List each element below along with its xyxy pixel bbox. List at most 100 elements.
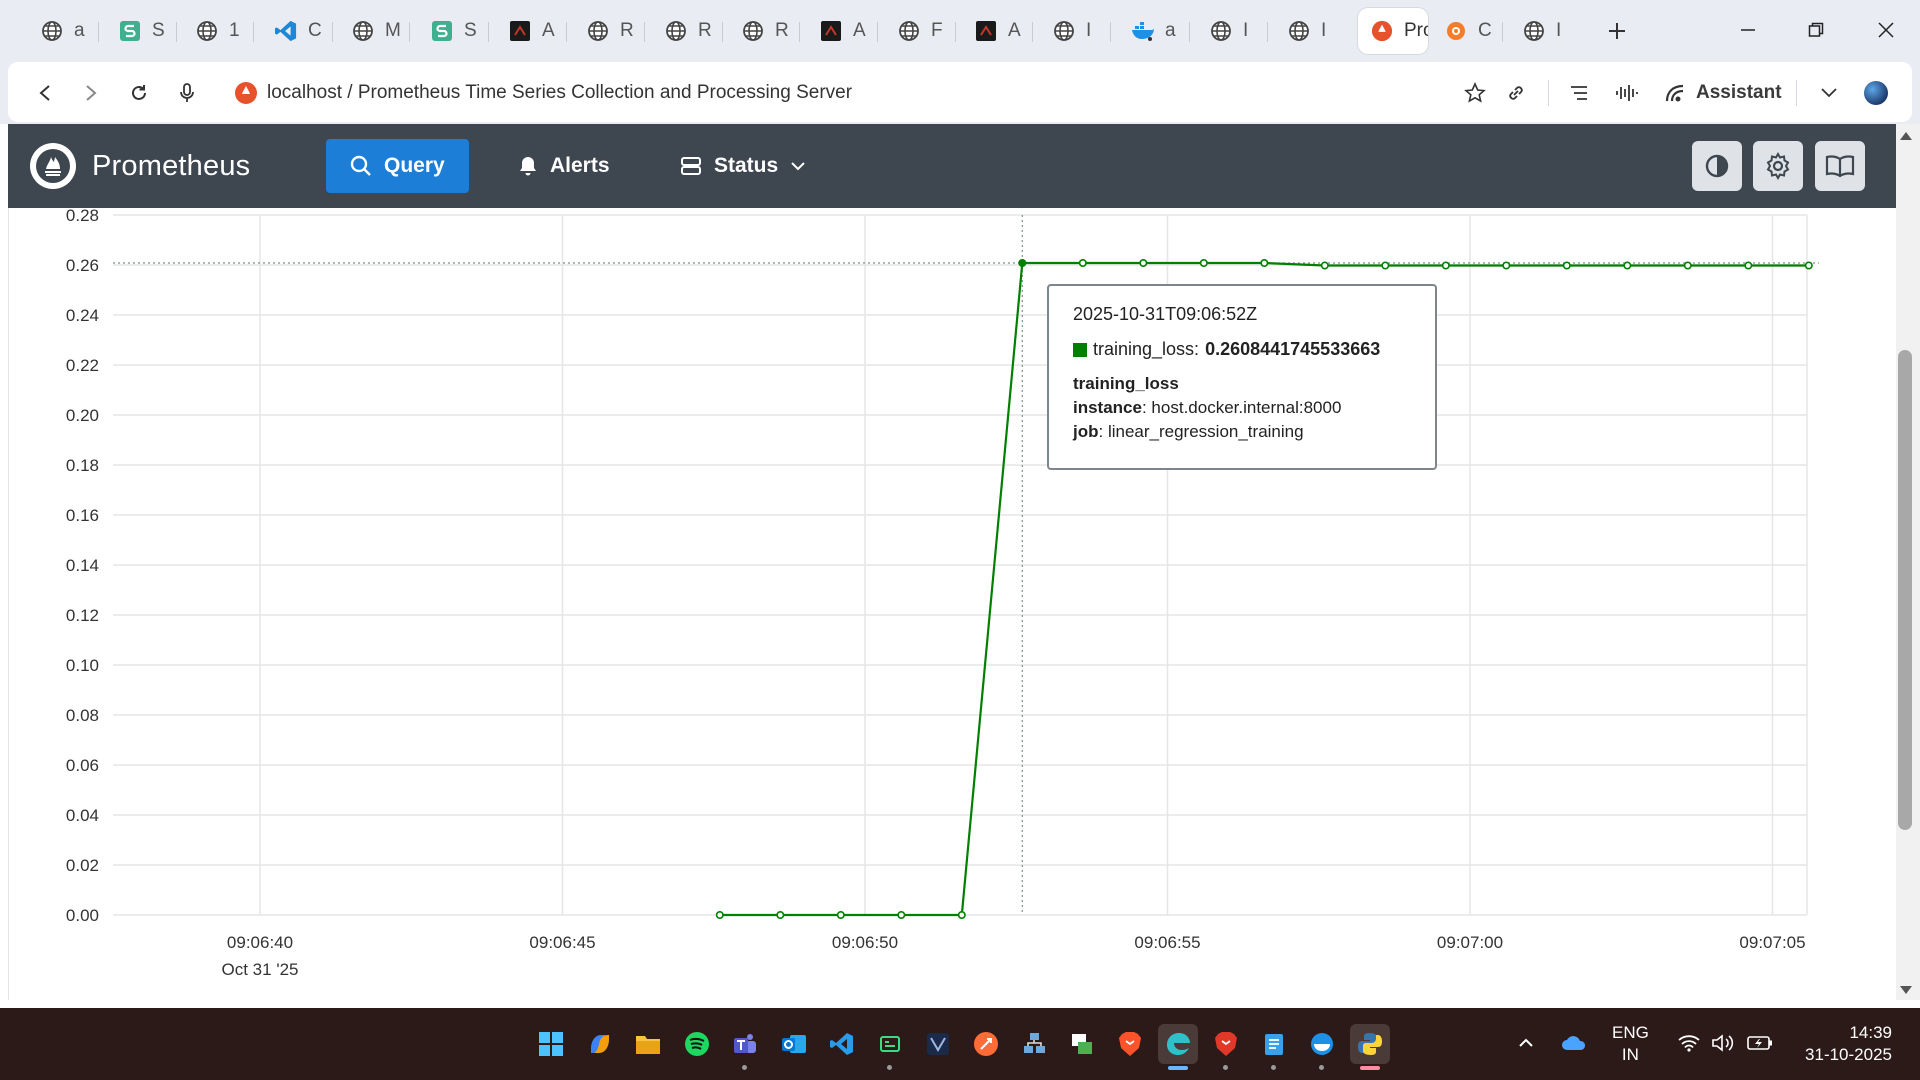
bookmark-button[interactable]: [1458, 76, 1492, 110]
audio-button[interactable]: [1610, 76, 1644, 110]
minimize-button[interactable]: [1726, 10, 1770, 50]
vscode-taskbar-button[interactable]: [822, 1024, 862, 1064]
triangle-up-icon: [1900, 132, 1912, 140]
browser-tab[interactable]: S: [100, 10, 177, 52]
volume-tray-button[interactable]: [1710, 1030, 1736, 1056]
query-nav-label: Query: [384, 154, 445, 177]
browser-tab[interactable]: I: [1269, 10, 1346, 52]
docker-taskbar-button[interactable]: [1302, 1024, 1342, 1070]
y-tick-label: 0.06: [66, 756, 99, 775]
chevron-down-icon: [791, 162, 805, 171]
settings-button[interactable]: [1753, 141, 1803, 191]
reading-list-button[interactable]: [1562, 76, 1596, 110]
network-tool-taskbar-button[interactable]: [1014, 1024, 1054, 1064]
scroll-up-arrow[interactable]: [1898, 128, 1914, 144]
browser-tab[interactable]: I: [1191, 10, 1268, 52]
browser-tab[interactable]: R: [723, 10, 800, 52]
browser-tab[interactable]: Prom: [1358, 8, 1428, 54]
start-button[interactable]: [531, 1024, 571, 1064]
onedrive-tray-button[interactable]: [1561, 1030, 1587, 1056]
browser-tab[interactable]: A: [801, 10, 878, 52]
voice-search-button[interactable]: [170, 76, 204, 110]
show-hidden-icons-button[interactable]: [1513, 1030, 1539, 1056]
postman-taskbar-button[interactable]: [966, 1024, 1006, 1064]
back-button[interactable]: [28, 76, 62, 110]
copilot-taskbar-button[interactable]: [580, 1024, 620, 1064]
connection-manager-taskbar-button[interactable]: [1062, 1024, 1102, 1064]
query-nav-button[interactable]: Query: [326, 139, 469, 193]
edge-taskbar-button[interactable]: [1158, 1024, 1198, 1070]
python-app-taskbar-button[interactable]: [1350, 1024, 1390, 1070]
share-link-button[interactable]: [1499, 76, 1533, 110]
documentation-button[interactable]: [1815, 141, 1865, 191]
outlook-taskbar-button[interactable]: [774, 1024, 814, 1064]
notepad-taskbar-button[interactable]: [1254, 1024, 1294, 1070]
graph-panel: 0.00 0.02 0.04 0.06 0.08 0.10 0.12 0.14 0.16 0.18…: [8, 208, 1896, 1000]
waveform-icon: [1616, 85, 1638, 101]
star-icon: [1464, 82, 1486, 103]
x-tick-label: 09:06:45: [529, 933, 595, 952]
address-bar-url[interactable]: localhost / Prometheus Time Series Colle…: [267, 82, 852, 104]
browser-tab[interactable]: I: [1034, 10, 1111, 52]
browser-tab[interactable]: A: [490, 10, 567, 52]
status-nav-dropdown[interactable]: Status: [656, 139, 830, 193]
y-tick-label: 0.26: [66, 256, 99, 275]
brave-taskbar-button[interactable]: [1110, 1024, 1150, 1064]
system-clock[interactable]: 14:39 31-10-2025: [1796, 1022, 1892, 1066]
tab-separator: [488, 22, 489, 42]
theme-toggle-button[interactable]: [1692, 141, 1742, 191]
close-window-button[interactable]: [1864, 10, 1908, 50]
new-tab-button[interactable]: [1600, 14, 1634, 48]
profile-avatar[interactable]: [1864, 81, 1888, 105]
tab-title: a: [74, 20, 85, 41]
browser-tab[interactable]: R: [568, 10, 645, 52]
scroll-down-arrow[interactable]: [1898, 982, 1914, 998]
browser-tab[interactable]: A: [956, 10, 1033, 52]
browser-tab[interactable]: M: [333, 10, 410, 52]
prometheus-logo-icon[interactable]: [30, 143, 76, 189]
edge-icon: [1167, 1033, 1190, 1055]
reload-button[interactable]: [122, 76, 156, 110]
brave-profile-taskbar-button[interactable]: [1206, 1024, 1246, 1070]
data-point: [1502, 261, 1511, 270]
menu-dropdown-button[interactable]: [1812, 76, 1846, 110]
browser-tab[interactable]: C: [1426, 10, 1503, 52]
job-value: : linear_regression_training: [1098, 422, 1304, 441]
tab-title: a: [1165, 20, 1176, 41]
restore-button[interactable]: [1794, 10, 1838, 50]
browser-tab[interactable]: a: [22, 10, 99, 52]
forward-button[interactable]: [74, 76, 108, 110]
outlook-icon: [782, 1035, 806, 1053]
assistant-button[interactable]: Assistant: [1664, 76, 1782, 110]
browser-tab[interactable]: R: [646, 10, 723, 52]
app-title[interactable]: Prometheus: [92, 150, 250, 183]
file-explorer-taskbar-button[interactable]: [628, 1024, 668, 1064]
globe-icon: [664, 19, 688, 43]
browser-tab[interactable]: a: [1113, 10, 1190, 52]
minimize-icon: [1741, 29, 1755, 31]
globe-icon: [741, 19, 765, 43]
alerts-nav-button[interactable]: Alerts: [494, 139, 634, 193]
ssms-taskbar-button[interactable]: [918, 1024, 958, 1064]
scrollbar-thumb[interactable]: [1898, 350, 1912, 830]
terminal-taskbar-button[interactable]: [870, 1024, 910, 1070]
tab-title: C: [1478, 20, 1492, 41]
data-point: [1381, 261, 1390, 270]
instance-key: instance: [1073, 398, 1142, 417]
tab-separator: [1110, 22, 1111, 42]
teams-icon: [734, 1034, 756, 1053]
browser-tab[interactable]: S: [412, 10, 489, 52]
teams-taskbar-button[interactable]: [725, 1024, 765, 1070]
browser-tab[interactable]: 1: [177, 10, 254, 52]
vscode-icon: [274, 19, 298, 43]
language-indicator[interactable]: ENG IN: [1612, 1022, 1649, 1066]
region-code: IN: [1621, 1045, 1639, 1064]
time-series-chart[interactable]: 0.00 0.02 0.04 0.06 0.08 0.10 0.12 0.14 0.16 0.18…: [9, 208, 1897, 1000]
data-point: [1441, 261, 1450, 270]
wifi-tray-button[interactable]: [1676, 1030, 1702, 1056]
spotify-taskbar-button[interactable]: [677, 1024, 717, 1064]
browser-tab[interactable]: F: [879, 10, 956, 52]
browser-tab[interactable]: C: [256, 10, 333, 52]
battery-tray-button[interactable]: [1747, 1030, 1773, 1056]
browser-tab[interactable]: I: [1504, 10, 1581, 52]
